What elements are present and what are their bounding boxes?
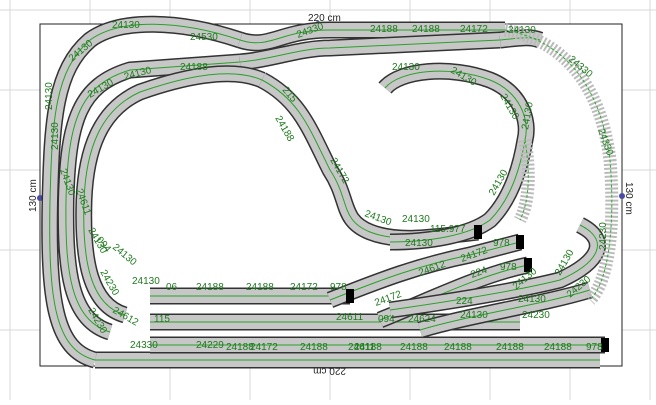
buffer-stop-2 [474, 225, 482, 239]
track-label-l18: 24130 [50, 122, 61, 150]
track-label-l70: 06 [166, 282, 178, 293]
track-label-l56: 24229 [196, 340, 224, 351]
track-label-l3: 24530 [190, 32, 218, 43]
track-label-l52: 24188 [496, 342, 524, 353]
buffer-stop-3 [516, 235, 524, 249]
dim-right: 130 cm [623, 182, 634, 215]
track-label-l55: 24330 [130, 340, 158, 351]
track-label-l58: 24188 [300, 342, 328, 353]
track-label-l57: 24172 [250, 342, 278, 353]
track-label-l23: 24130 [402, 214, 430, 225]
track-label-l46: 24624 [408, 314, 436, 325]
track-label-l33: 978 [500, 262, 517, 273]
track-label-l45: 094 [378, 314, 395, 325]
track-label-l59: 24611 [348, 342, 376, 353]
track-label-l2: 24130 [112, 20, 140, 31]
track-label-l29: 978 [493, 238, 510, 249]
track-label-l38: 24188 [196, 282, 224, 293]
track-label-l47: 24130 [460, 310, 488, 321]
track-label-l7: 24172 [460, 24, 488, 35]
dim-left: 130 cm [28, 179, 39, 212]
track-label-l13: 24130 [392, 62, 420, 73]
track-label-l50: 24188 [400, 342, 428, 353]
track-label-l35: 24130 [518, 294, 546, 305]
track-label-l10: 24188 [180, 62, 208, 73]
track-label-l71: 24188 [226, 342, 254, 353]
track-label-l24: 115.977 [430, 224, 466, 235]
track-label-l54: 978 [586, 342, 603, 353]
buffer-stop-1 [346, 289, 354, 303]
track-label-l28: 24130 [405, 238, 433, 249]
track-label-l40: 24172 [290, 282, 318, 293]
track-label-l69: 24130 [132, 276, 160, 287]
track-label-l48: 24230 [522, 310, 550, 321]
track-label-l27: 24230 [598, 222, 609, 250]
track-label-l43: 224 [456, 296, 473, 307]
track-label-l11: 24130 [44, 82, 55, 110]
track-label-l53: 24188 [544, 342, 572, 353]
track-plan-svg: 220 cm 220 cm 130 cm 130 cm 241302413024… [0, 0, 656, 400]
track-label-l8: 24130 [508, 25, 536, 36]
track-label-l51: 24188 [444, 342, 472, 353]
track-label-l44: 24611 [336, 312, 364, 323]
track-plan-canvas: 220 cm 220 cm 130 cm 130 cm 24130 24130 24… [0, 0, 656, 400]
track-label-l41: 978 [330, 282, 347, 293]
track-label-l6: 24188 [412, 24, 440, 35]
track-label-l39: 24188 [246, 282, 274, 293]
track-label-l5: 24188 [370, 24, 398, 35]
track-label-l68: 115 [154, 314, 170, 325]
